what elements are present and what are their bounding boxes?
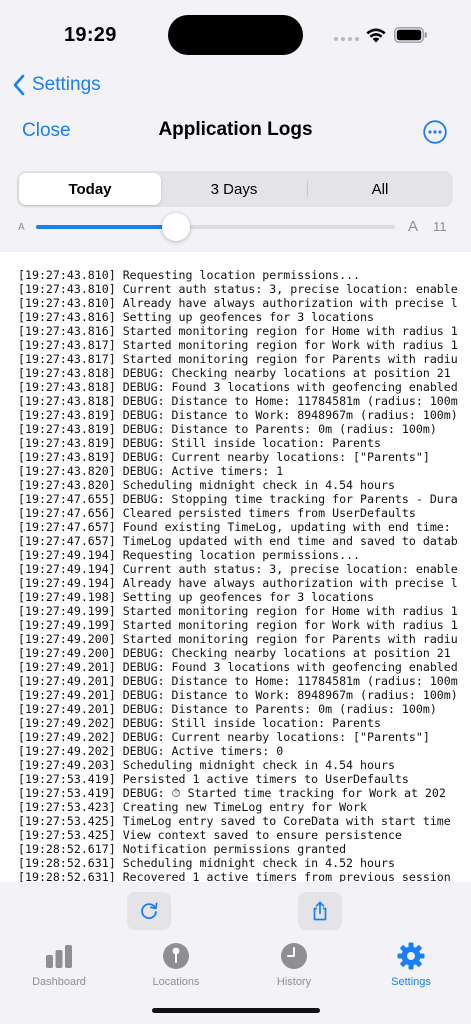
log-toolbar xyxy=(0,882,471,937)
log-line: [19:27:53.423] Creating new TimeLog entr… xyxy=(18,800,368,814)
font-size-slider[interactable] xyxy=(36,213,395,241)
log-line: [19:28:52.631] Recovered 1 active timers… xyxy=(18,870,451,882)
segment-today[interactable]: Today xyxy=(19,173,161,205)
segment-divider xyxy=(307,181,308,197)
log-line: [19:27:43.819] DEBUG: Current nearby loc… xyxy=(18,450,430,464)
log-line: [19:27:49.194] Already have always autho… xyxy=(18,576,458,590)
font-size-value: 11 xyxy=(433,219,447,234)
more-options-icon[interactable] xyxy=(423,120,447,144)
tab-settings[interactable]: Settings xyxy=(361,941,461,988)
tab-label-settings: Settings xyxy=(391,976,431,988)
refresh-icon xyxy=(141,902,158,920)
log-line: [19:27:49.202] DEBUG: Still inside locat… xyxy=(18,716,381,730)
chart-bars-icon xyxy=(46,945,72,968)
share-button[interactable] xyxy=(298,892,342,930)
log-line: [19:27:49.199] Started monitoring region… xyxy=(18,604,458,618)
log-line: [19:27:49.201] DEBUG: Distance to Work: … xyxy=(18,688,458,702)
segment-3-days[interactable]: 3 Days xyxy=(163,173,305,205)
font-size-slider-row: A A 11 xyxy=(0,212,471,242)
log-line: [19:27:47.657] TimeLog updated with end … xyxy=(18,534,458,548)
cellular-signal-icon xyxy=(334,37,359,41)
back-button[interactable]: Settings xyxy=(12,70,101,100)
log-line: [19:28:52.617] Notification permissions … xyxy=(18,842,347,856)
log-line: [19:28:52.631] Scheduling midnight check… xyxy=(18,856,395,870)
battery-icon xyxy=(394,27,427,43)
log-line: [19:27:49.201] DEBUG: Found 3 locations … xyxy=(18,660,458,674)
tab-label-dashboard: Dashboard xyxy=(32,976,86,988)
log-line: [19:27:43.820] Scheduling midnight check… xyxy=(18,478,395,492)
status-time: 19:29 xyxy=(64,24,117,46)
clock-icon xyxy=(281,943,307,969)
tab-label-locations: Locations xyxy=(152,976,200,988)
gear-icon xyxy=(397,942,425,970)
log-line: [19:27:49.202] DEBUG: Active timers: 0 xyxy=(18,744,284,758)
chevron-left-icon xyxy=(13,74,25,96)
log-line: [19:27:49.201] DEBUG: Distance to Home: … xyxy=(18,674,458,688)
slider-thumb[interactable] xyxy=(162,213,190,241)
share-icon xyxy=(313,901,327,921)
tab-dashboard[interactable]: Dashboard xyxy=(9,941,109,988)
log-line: [19:27:43.818] DEBUG: Found 3 locations … xyxy=(18,380,458,394)
log-line: [19:27:53.419] Persisted 1 active timers… xyxy=(18,772,409,786)
log-line: [19:27:49.201] DEBUG: Distance to Parent… xyxy=(18,702,437,716)
log-line: [19:27:43.817] Started monitoring region… xyxy=(18,338,458,352)
log-line: [19:27:49.194] Current auth status: 3, p… xyxy=(18,562,458,576)
back-label: Settings xyxy=(32,74,101,95)
log-text-view[interactable]: [19:27:43.810] Requesting location permi… xyxy=(0,252,471,882)
slider-max-label: A xyxy=(408,218,419,235)
pin-icon xyxy=(163,943,189,969)
log-line: [19:27:43.819] DEBUG: Distance to Work: … xyxy=(18,408,458,422)
log-line: [19:27:43.817] Started monitoring region… xyxy=(18,352,458,366)
log-line: [19:27:49.198] Setting up geofences for … xyxy=(18,590,374,604)
log-line: [19:27:43.810] Current auth status: 3, p… xyxy=(18,282,458,296)
log-line: [19:27:43.816] Setting up geofences for … xyxy=(18,310,374,324)
log-line: [19:27:47.657] Found existing TimeLog, u… xyxy=(18,520,451,534)
page-title: Application Logs xyxy=(158,119,313,140)
log-line: [19:27:43.818] DEBUG: Distance to Home: … xyxy=(18,394,458,408)
log-line: [19:27:43.820] DEBUG: Active timers: 1 xyxy=(18,464,284,478)
slider-fill xyxy=(36,225,176,229)
log-line: [19:27:43.816] Started monitoring region… xyxy=(18,324,458,338)
dynamic-island xyxy=(168,15,303,55)
tab-locations[interactable]: Locations xyxy=(126,941,226,988)
log-line: [19:27:49.200] Started monitoring region… xyxy=(18,632,458,646)
home-indicator xyxy=(152,1008,320,1013)
navigation-bar: Close Application Logs xyxy=(0,114,471,150)
segment-all[interactable]: All xyxy=(309,173,451,205)
log-line: [19:27:47.655] DEBUG: Stopping time trac… xyxy=(18,492,458,506)
log-line: [19:27:43.810] Requesting location permi… xyxy=(18,268,361,282)
log-line: [19:27:49.200] DEBUG: Checking nearby lo… xyxy=(18,646,451,660)
log-line: [19:27:47.656] Cleared persisted timers … xyxy=(18,506,416,520)
log-line: [19:27:43.818] DEBUG: Checking nearby lo… xyxy=(18,366,451,380)
log-line: [19:27:43.819] DEBUG: Still inside locat… xyxy=(18,436,381,450)
tab-label-history: History xyxy=(276,976,312,988)
log-line: [19:27:43.810] Already have always autho… xyxy=(18,296,458,310)
refresh-button[interactable] xyxy=(127,892,171,930)
log-line: [19:27:43.819] DEBUG: Distance to Parent… xyxy=(18,422,437,436)
time-range-segmented-control: Today 3 Days All xyxy=(17,171,453,207)
tab-history[interactable]: History xyxy=(244,941,344,988)
log-line: [19:27:53.419] DEBUG: ⏱ Started time tra… xyxy=(18,786,446,800)
log-line: [19:27:49.194] Requesting location permi… xyxy=(18,548,361,562)
log-line: [19:27:53.425] TimeLog entry saved to Co… xyxy=(18,814,451,828)
log-line: [19:27:49.199] Started monitoring region… xyxy=(18,618,458,632)
status-bar: 19:29 xyxy=(0,0,471,70)
log-line: [19:27:49.202] DEBUG: Current nearby loc… xyxy=(18,730,430,744)
wifi-icon xyxy=(366,28,386,43)
slider-min-label: A xyxy=(18,222,25,233)
log-line: [19:27:53.425] View context saved to ens… xyxy=(18,828,402,842)
log-line: [19:27:49.203] Scheduling midnight check… xyxy=(18,758,395,772)
